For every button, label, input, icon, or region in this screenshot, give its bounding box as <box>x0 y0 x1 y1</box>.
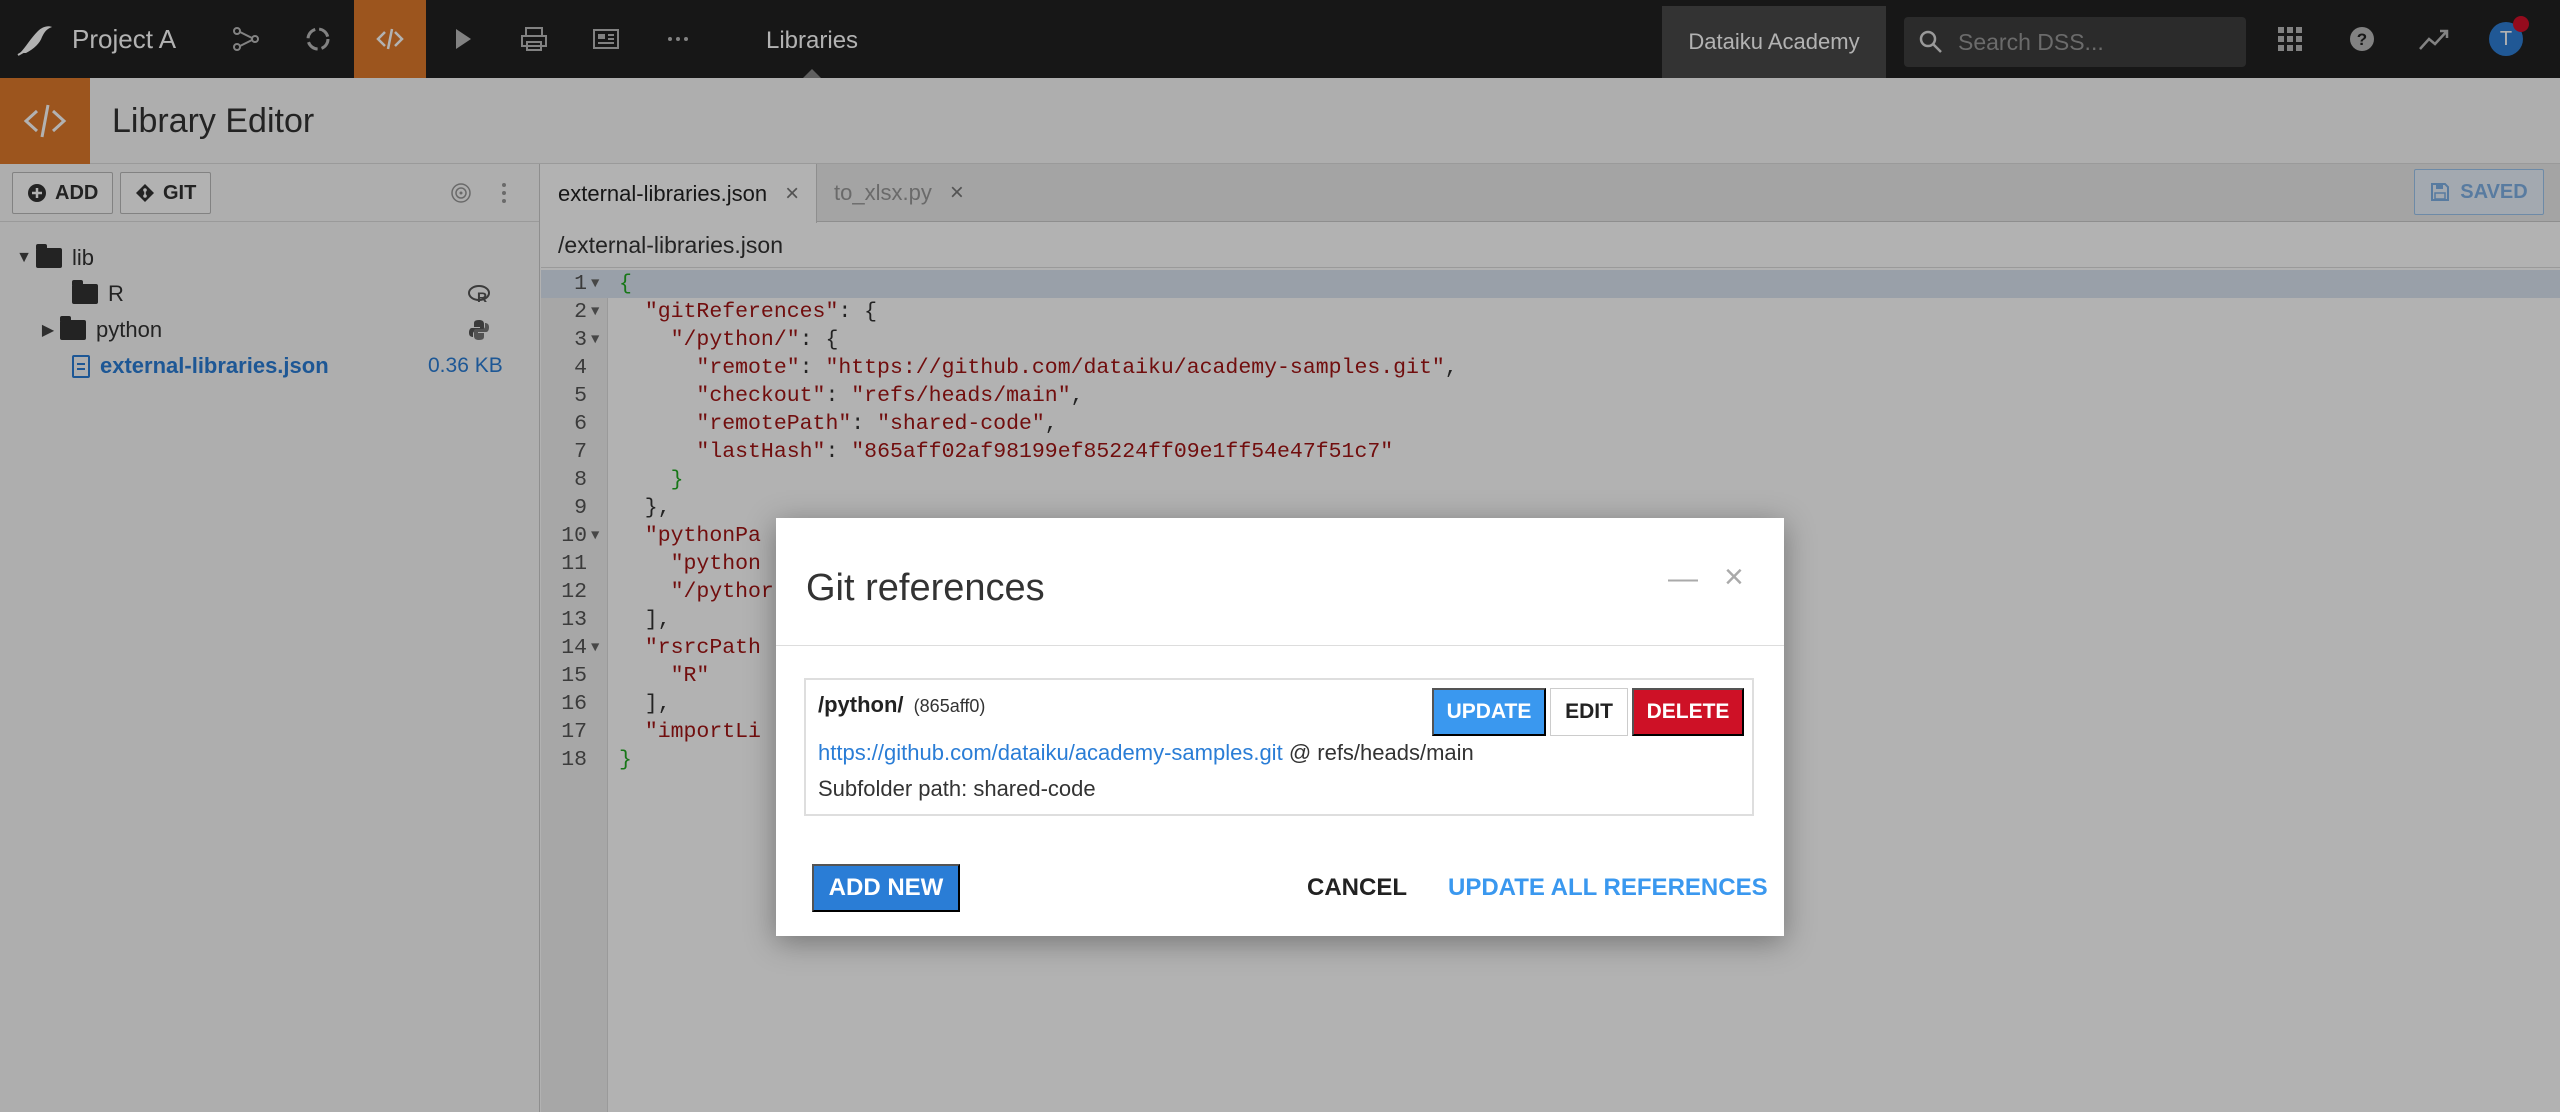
add-new-button[interactable]: ADD NEW <box>812 864 960 912</box>
update-all-references-button[interactable]: UPDATE ALL REFERENCES <box>1448 864 1768 912</box>
edit-button[interactable]: EDIT <box>1550 688 1628 736</box>
reference-hash: (865aff0) <box>913 696 986 716</box>
reference-path: /python/ (865aff0) <box>818 692 985 718</box>
checkout-ref: @ refs/heads/main <box>1288 740 1474 765</box>
close-icon[interactable]: × <box>1724 558 1744 597</box>
reference-name: /python/ <box>818 692 904 717</box>
modal-title: Git references <box>806 567 1045 609</box>
git-reference-item: /python/ (865aff0) UPDATE EDIT DELETE ht… <box>804 678 1754 816</box>
delete-button[interactable]: DELETE <box>1632 688 1744 736</box>
git-references-modal: Git references — × /python/ (865aff0) UP… <box>776 518 1784 936</box>
reference-remote: https://github.com/dataiku/academy-sampl… <box>818 740 1474 766</box>
remote-url-link[interactable]: https://github.com/dataiku/academy-sampl… <box>818 740 1283 765</box>
minimize-icon[interactable]: — <box>1668 562 1698 596</box>
update-button[interactable]: UPDATE <box>1432 688 1546 736</box>
modal-header: Git references — × <box>776 518 1784 646</box>
subfolder-path: Subfolder path: shared-code <box>818 776 1096 801</box>
cancel-button[interactable]: CANCEL <box>1307 864 1407 912</box>
